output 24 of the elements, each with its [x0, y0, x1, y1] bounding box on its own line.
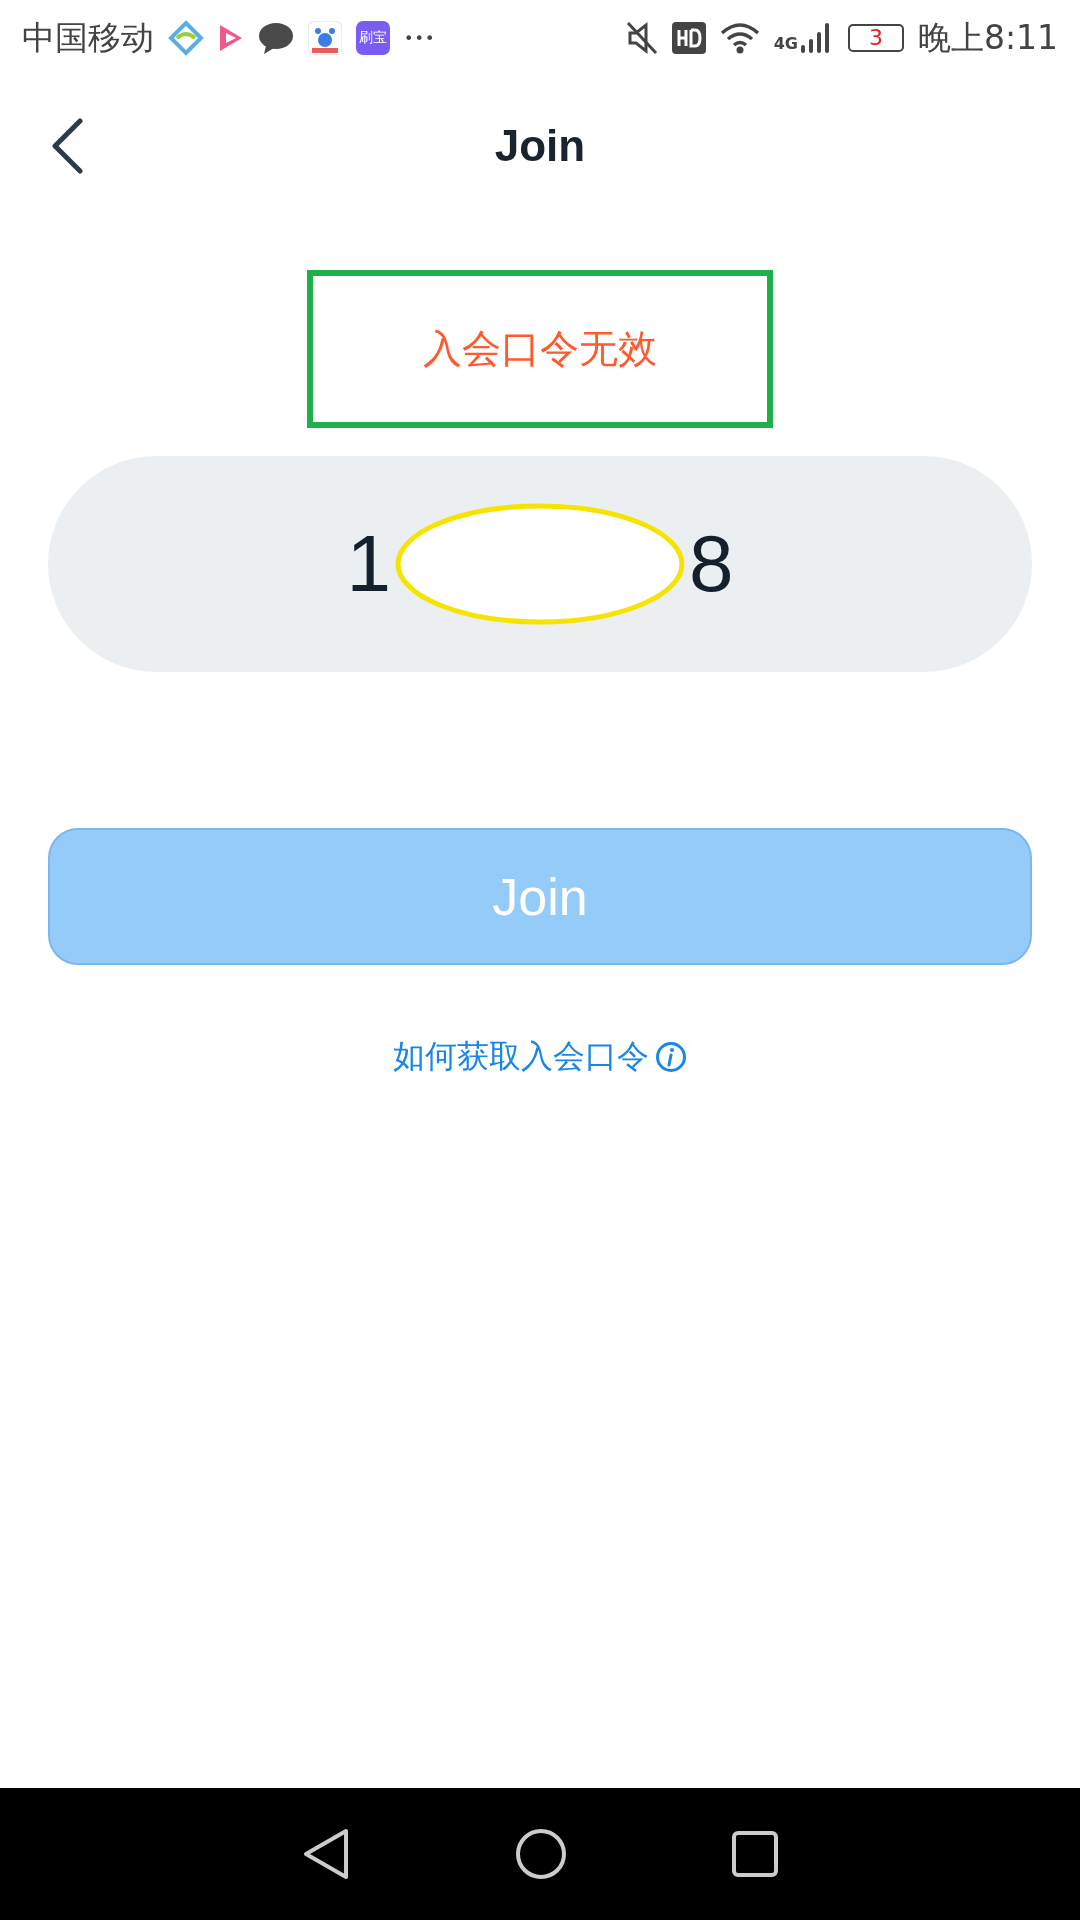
play-icon	[218, 23, 244, 53]
battery-indicator: 3	[847, 24, 904, 52]
hd-icon	[671, 22, 706, 54]
app-icon: 刷宝	[356, 21, 390, 55]
home-nav-icon[interactable]	[515, 1828, 567, 1880]
more-notifications-icon: •••	[404, 28, 436, 48]
carrier-signal-icon	[168, 20, 204, 56]
wifi-icon	[719, 21, 760, 55]
code-field[interactable]: 1 8	[48, 456, 1032, 672]
info-icon[interactable]	[655, 1041, 687, 1073]
help-link[interactable]: 如何获取入会口令	[393, 1035, 649, 1079]
network-type: 4G	[773, 33, 798, 53]
chat-bubble-icon	[258, 22, 294, 54]
error-message: 入会口令无效	[307, 270, 773, 428]
back-button[interactable]	[50, 116, 84, 176]
clock: 晚上8:11	[917, 16, 1058, 59]
paw-app-icon	[308, 21, 342, 55]
page-title: Join	[494, 121, 586, 171]
code-text: 8	[689, 518, 734, 610]
back-nav-icon[interactable]	[302, 1828, 351, 1880]
recents-nav-icon[interactable]	[731, 1831, 778, 1877]
code-text: 1	[346, 518, 391, 610]
carrier-name: 中国移动	[22, 16, 154, 59]
mute-icon	[625, 21, 658, 55]
